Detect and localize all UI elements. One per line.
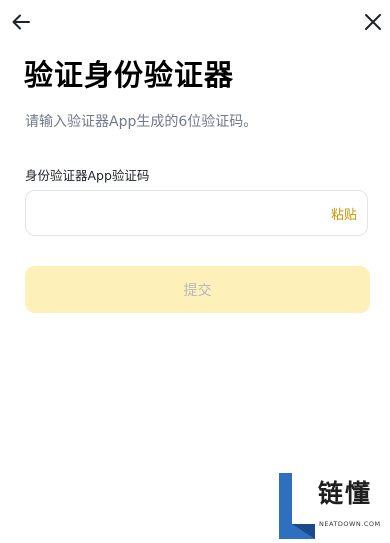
watermark-text: 链懂 [318,479,373,508]
watermark-subtext: NEATDOWN.COM [319,520,381,528]
code-field-label: 身份验证器App验证码 [25,168,150,183]
watermark-logo-icon [279,473,315,539]
site-watermark: 链懂 NEATDOWN.COM [277,471,387,541]
authenticator-code-input[interactable] [26,191,323,235]
arrow-left-icon [12,14,30,30]
close-button[interactable] [359,8,387,36]
page-subtitle: 请输入验证器App生成的6位验证码。 [25,114,258,130]
code-input-container: 粘贴 [25,190,368,236]
page-title: 验证身份验证器 [24,58,235,92]
submit-button[interactable]: 提交 [25,266,370,313]
close-icon [365,14,381,30]
paste-button[interactable]: 粘贴 [323,204,367,223]
back-button[interactable] [7,8,35,36]
